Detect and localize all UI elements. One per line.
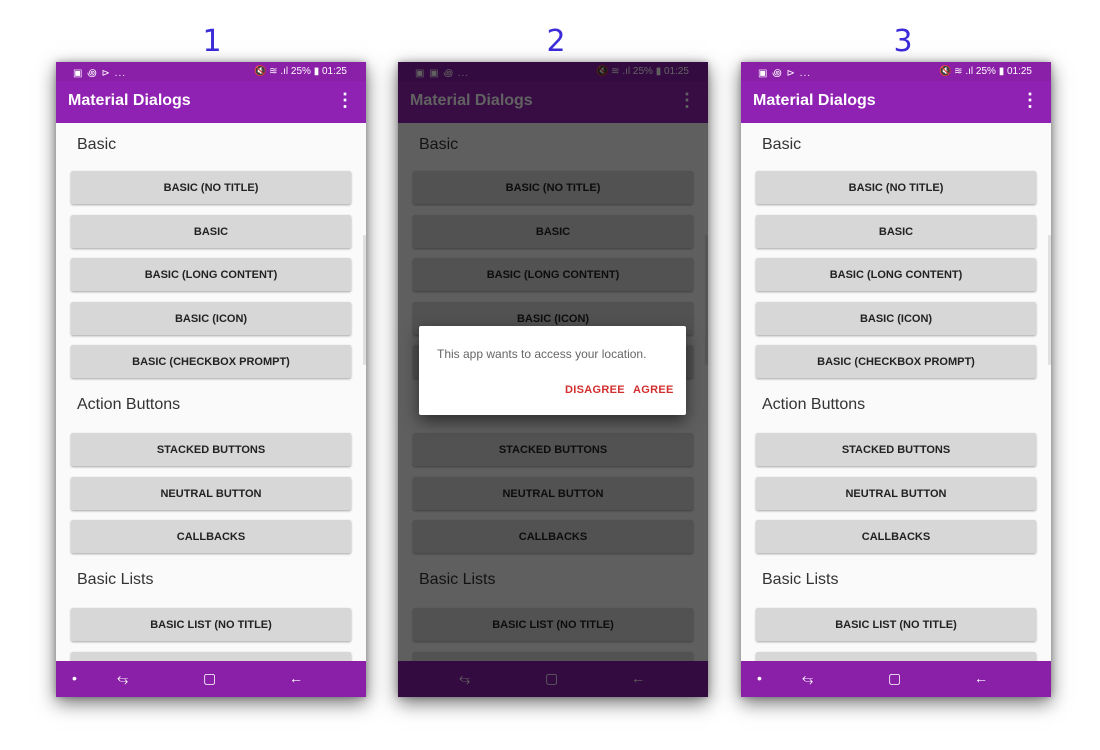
- basic-no-title-button[interactable]: BASIC (NO TITLE): [71, 171, 351, 204]
- notification-icons: ▣ ꩜ ⊳ ...: [758, 68, 811, 79]
- section-title-basic-lists: Basic Lists: [77, 571, 154, 588]
- recents-icon[interactable]: ⥃: [802, 670, 813, 687]
- basic-list-button[interactable]: [756, 652, 1036, 661]
- neutral-button-button[interactable]: NEUTRAL BUTTON: [71, 477, 351, 510]
- navigation-bar: • ⥃ ▢ ←: [56, 661, 366, 697]
- panel-number-1: 1: [202, 24, 222, 59]
- dialog-message: This app wants to access your location.: [437, 347, 647, 361]
- basic-long-content-button[interactable]: BASIC (LONG CONTENT): [756, 258, 1036, 291]
- app-bar: Material Dialogs ⋮: [56, 81, 366, 123]
- status-indicators: 🔇 ≋ .ıl 25% ▮ 01:25: [938, 66, 1032, 77]
- navigation-bar: • ⥃ ▢ ←: [741, 661, 1051, 697]
- back-icon[interactable]: ←: [974, 670, 988, 686]
- neutral-button-button[interactable]: NEUTRAL BUTTON: [756, 477, 1036, 510]
- overflow-menu-icon[interactable]: ⋮: [1021, 91, 1039, 109]
- agree-button[interactable]: AGREE: [633, 384, 674, 396]
- section-title-basic: Basic: [762, 136, 802, 153]
- status-bar: ▣ ꩜ ⊳ ... 🔇 ≋ .ıl 25% ▮ 01:25: [56, 62, 366, 81]
- basic-long-content-button[interactable]: BASIC (LONG CONTENT): [71, 258, 351, 291]
- home-icon[interactable]: ▢: [203, 670, 216, 687]
- basic-list-no-title-button[interactable]: BASIC LIST (NO TITLE): [71, 608, 351, 641]
- stacked-buttons-button[interactable]: STACKED BUTTONS: [71, 433, 351, 466]
- basic-no-title-button[interactable]: BASIC (NO TITLE): [756, 171, 1036, 204]
- basic-button[interactable]: BASIC: [71, 215, 351, 248]
- phone-screen-2: ▣ ▣ ꩜ ... 🔇 ≋ .ıl 25% ▮ 01:25 Material D…: [398, 62, 708, 697]
- app-title: Material Dialogs: [68, 92, 191, 109]
- app-bar: Material Dialogs ⋮: [741, 81, 1051, 123]
- basic-checkbox-prompt-button[interactable]: BASIC (CHECKBOX PROMPT): [71, 345, 351, 378]
- content-list[interactable]: Basic BASIC (NO TITLE) BASIC BASIC (LONG…: [56, 123, 366, 661]
- callbacks-button[interactable]: CALLBACKS: [71, 520, 351, 553]
- panel-number-2: 2: [546, 24, 566, 59]
- callbacks-button[interactable]: CALLBACKS: [756, 520, 1036, 553]
- scroll-handle[interactable]: [1048, 235, 1051, 365]
- content-list[interactable]: Basic BASIC (NO TITLE) BASIC BASIC (LONG…: [741, 123, 1051, 661]
- notification-icons: ▣ ꩜ ⊳ ...: [73, 68, 126, 79]
- status-indicators: 🔇 ≋ .ıl 25% ▮ 01:25: [253, 66, 347, 77]
- basic-checkbox-prompt-button[interactable]: BASIC (CHECKBOX PROMPT): [756, 345, 1036, 378]
- section-title-action-buttons: Action Buttons: [77, 396, 181, 413]
- status-bar: ▣ ꩜ ⊳ ... 🔇 ≋ .ıl 25% ▮ 01:25: [741, 62, 1051, 81]
- phone-screen-3: ▣ ꩜ ⊳ ... 🔇 ≋ .ıl 25% ▮ 01:25 Material D…: [741, 62, 1051, 697]
- nav-dot-icon: •: [72, 670, 77, 686]
- overflow-menu-icon[interactable]: ⋮: [336, 91, 354, 109]
- home-icon[interactable]: ▢: [888, 670, 901, 687]
- recents-icon[interactable]: ⥃: [117, 670, 128, 687]
- basic-button[interactable]: BASIC: [756, 215, 1036, 248]
- panel-number-3: 3: [893, 24, 913, 59]
- section-title-action-buttons: Action Buttons: [762, 396, 866, 413]
- location-dialog: This app wants to access your location. …: [419, 326, 686, 415]
- phone-screen-1: ▣ ꩜ ⊳ ... 🔇 ≋ .ıl 25% ▮ 01:25 Material D…: [56, 62, 366, 697]
- scroll-handle[interactable]: [363, 235, 366, 365]
- back-icon[interactable]: ←: [289, 670, 303, 686]
- basic-icon-button[interactable]: BASIC (ICON): [756, 302, 1036, 335]
- app-title: Material Dialogs: [753, 92, 876, 109]
- nav-dot-icon: •: [757, 670, 762, 686]
- disagree-button[interactable]: DISAGREE: [565, 384, 625, 396]
- basic-icon-button[interactable]: BASIC (ICON): [71, 302, 351, 335]
- stacked-buttons-button[interactable]: STACKED BUTTONS: [756, 433, 1036, 466]
- basic-list-button[interactable]: [71, 652, 351, 661]
- section-title-basic: Basic: [77, 136, 117, 153]
- section-title-basic-lists: Basic Lists: [762, 571, 839, 588]
- basic-list-no-title-button[interactable]: BASIC LIST (NO TITLE): [756, 608, 1036, 641]
